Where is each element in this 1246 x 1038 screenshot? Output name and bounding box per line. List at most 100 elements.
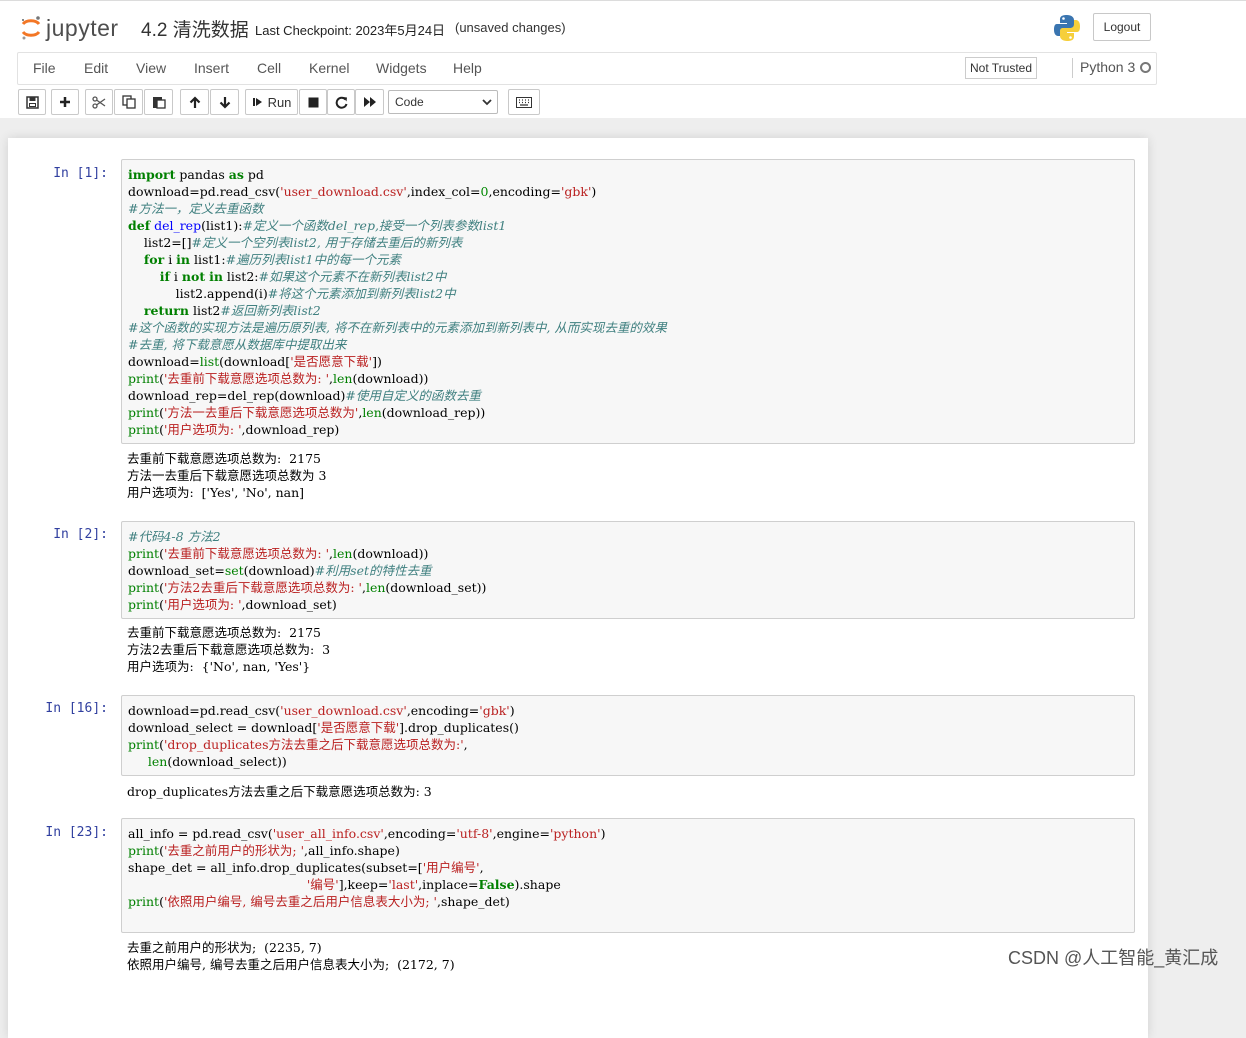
code-token: ],keep= [338,877,389,892]
copy-cells-button[interactable] [114,89,143,115]
restart-run-all-button[interactable] [355,89,384,115]
kernel-name: Python 3 [1080,59,1136,75]
code-line: print('drop_duplicates方法去重之后下载意愿选项总数为:', [128,736,1128,753]
checkpoint-status: Last Checkpoint: 2023年5月24日 [255,23,446,38]
code-token: download= [128,354,200,369]
code-token: i [169,269,182,284]
move-cell-down-button[interactable] [210,89,239,115]
code-token: print [128,843,160,858]
code-token: ).shape [514,877,561,892]
run-cell-button[interactable]: Run [245,89,298,115]
code-token: ) [509,703,515,718]
output-line: 去重之前用户的形状为; (2235, 7) [127,940,322,955]
code-line: print('方法一去重后下载意愿选项总数为',len(download_rep… [128,404,1128,421]
code-token: list2 [188,303,221,318]
run-label: Run [267,94,292,110]
code-cell-input[interactable]: #代码4-8 方法2 print('去重前下载意愿选项总数为: ',len(dow… [121,521,1135,619]
logout-button[interactable]: Logout [1093,13,1151,41]
code-token: set [224,563,244,578]
code-token: def [128,218,151,233]
cell-prompt: In [23]: [45,825,108,840]
code-token: '是否愿意下载' [290,354,373,369]
menu-cell[interactable]: Cell [257,60,281,76]
code-token: #返回新列表list2 [220,303,321,318]
code-token: ,encoding= [488,184,561,199]
code-line: print('依照用户编号, 编号去重之后用户信息表大小为; ',shape_d… [128,893,1128,910]
code-cell-input[interactable]: all_info = pd.read_csv('user_all_info.cs… [121,818,1135,933]
code-line: download_rep=del_rep(download)#使用自定义的函数去… [128,387,1128,404]
code-token: (download_rep)) [381,405,486,420]
code-line: download=pd.read_csv('user_download.csv'… [128,183,1128,200]
code-cell-input[interactable]: download=pd.read_csv('user_download.csv'… [121,695,1135,776]
code-token: '用户选项为: ' [163,422,242,437]
code-token: #利用set的特性去重 [314,563,432,578]
menu-insert[interactable]: Insert [194,60,229,76]
code-token: 'user_all_info.csv' [272,826,384,841]
code-token: ]) [372,354,382,369]
save-icon [25,95,39,109]
code-line: print('用户选项为: ',download_set) [128,596,1128,613]
menu-view[interactable]: View [136,60,166,76]
code-token: return [143,303,189,318]
cell-prompt: In [2]: [53,527,108,542]
code-token: download=pd.read_csv( [128,184,281,199]
code-token: len [147,754,168,769]
interrupt-kernel-button[interactable] [299,89,327,115]
code-line: print('去重之前用户的形状为; ',all_info.shape) [128,842,1128,859]
notebook-header: jupyter 4.2 清洗数据 Last Checkpoint: 2023年5… [0,0,1246,118]
menu-file[interactable]: File [33,60,56,76]
code-token: ].drop_duplicates() [399,720,519,735]
not-trusted-button[interactable]: Not Trusted [965,57,1037,79]
code-line: len(download_select)) [128,753,1128,770]
code-line: print('用户选项为: ',download_rep) [128,421,1128,438]
chevron-down-icon [482,99,492,106]
move-cell-up-button[interactable] [180,89,209,115]
code-token: '用户选项为: ' [163,597,242,612]
restart-icon [335,96,347,109]
code-token: '去重前下载意愿选项总数为: ' [163,371,330,386]
code-token: list2=[] [128,235,192,250]
code-cell-input[interactable]: import pandas as pd download=pd.read_csv(… [121,159,1135,444]
code-token: download_select = download[ [128,720,318,735]
menu-widgets[interactable]: Widgets [376,60,427,76]
code-token: #方法一，定义去重函数 [128,201,264,216]
code-token: ,inplace= [418,877,479,892]
stop-icon [308,97,318,107]
code-token: pd [243,167,264,182]
menu-edit[interactable]: Edit [84,60,108,76]
save-button[interactable] [18,89,46,115]
code-token: print [128,405,160,420]
code-token: 'user_download.csv' [280,184,407,199]
paste-cells-button[interactable] [144,89,173,115]
arrow-down-icon [219,96,230,109]
cell-type-value: Code [395,95,424,109]
restart-kernel-button[interactable] [327,89,355,115]
code-token: print [128,580,160,595]
cell-type-select[interactable]: Code [388,90,498,114]
menu-help[interactable]: Help [453,60,482,76]
command-palette-button[interactable] [508,89,540,115]
cell-prompt: In [1]: [53,166,108,181]
code-token: (download[ [219,354,291,369]
menu-kernel[interactable]: Kernel [309,60,349,76]
fast-forward-icon [363,97,376,107]
code-line: print('去重前下载意愿选项总数为: ',len(download)) [128,370,1128,387]
code-token: download_set= [128,563,225,578]
code-token: ,engine= [492,826,550,841]
insert-cell-below-button[interactable] [51,89,79,115]
output-line: 方法2去重后下载意愿选项总数为: 3 [127,642,331,657]
code-token: 'gbk' [560,184,592,199]
code-token: 'utf-8' [456,826,493,841]
jupyter-logo[interactable]: jupyter [20,13,119,43]
watermark-text: CSDN @人工智能_黄汇成 [1008,948,1219,968]
code-token: #使用自定义的函数去重 [345,388,481,403]
notebook-title[interactable]: 4.2 清洗数据 [141,15,249,42]
code-line: #方法一，定义去重函数 [128,200,1128,217]
code-token: len [333,546,353,561]
code-token: import [128,167,176,182]
cut-cells-button[interactable] [85,89,113,115]
code-token: '用户编号' [422,860,480,875]
code-token: pandas [175,167,229,182]
output-line: 依照用户编号, 编号去重之后用户信息表大小为; (2172, 7) [127,957,455,972]
